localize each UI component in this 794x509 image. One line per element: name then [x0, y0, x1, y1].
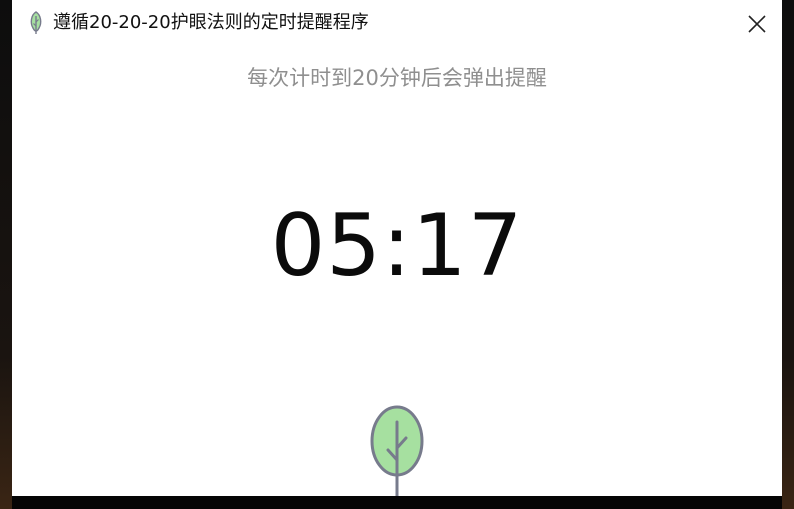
- title-bar[interactable]: 遵循20-20-20护眼法则的定时提醒程序: [12, 0, 782, 46]
- leaf-icon: [28, 11, 44, 35]
- window-bottom-edge: [12, 496, 782, 509]
- window-title: 遵循20-20-20护眼法则的定时提醒程序: [53, 12, 369, 33]
- desktop-background-left: [0, 0, 12, 509]
- app-window: 遵循20-20-20护眼法则的定时提醒程序 每次计时到20分钟后会弹出提醒 05…: [12, 0, 782, 496]
- reminder-description: 每次计时到20分钟后会弹出提醒: [247, 66, 547, 90]
- close-icon: [748, 15, 766, 33]
- countdown-timer: 05:17: [270, 196, 524, 296]
- desktop-background-right: [782, 0, 794, 509]
- tree-icon: [369, 404, 425, 496]
- close-button[interactable]: [745, 12, 769, 36]
